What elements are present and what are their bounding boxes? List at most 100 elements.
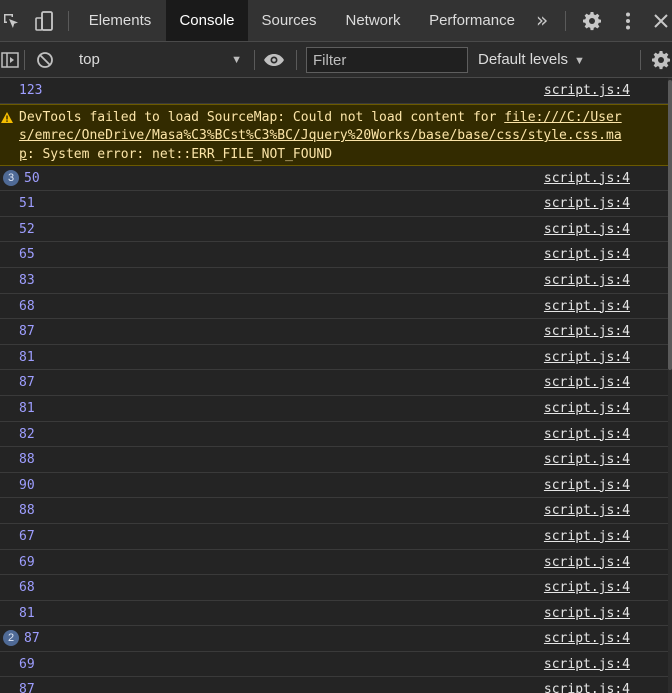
log-list: 3 50 script.js:4 51 script.js:4 52 script.js:4… — [0, 166, 668, 693]
warning-suffix: : System error: net::ERR_FILE_NOT_FOUND — [26, 146, 333, 162]
tab-network[interactable]: Network — [332, 0, 414, 41]
kebab-menu-icon[interactable] — [616, 0, 640, 42]
source-link[interactable]: script.js:4 — [544, 299, 630, 314]
sourcemap-warning: DevTools failed to load SourceMap: Could… — [0, 103, 668, 166]
source-link[interactable]: script.js:4 — [544, 580, 630, 595]
scrollbar-thumb[interactable] — [668, 80, 672, 370]
context-selector[interactable]: top ▼ — [70, 42, 248, 77]
source-link[interactable]: script.js:4 — [544, 324, 630, 339]
console-message: 88 script.js:4 — [0, 447, 668, 473]
more-tabs-icon[interactable]: » — [536, 0, 554, 42]
log-value: 51 — [19, 196, 35, 212]
console-output[interactable]: 123 script.js:4 DevTools failed to load … — [0, 78, 668, 693]
source-link[interactable]: script.js:4 — [544, 555, 630, 570]
log-value: 81 — [19, 349, 35, 365]
tab-divider — [565, 11, 566, 31]
repeat-count-badge: 3 — [3, 169, 19, 186]
log-value: 81 — [19, 605, 35, 621]
console-message: 87 script.js:4 — [0, 677, 668, 693]
source-link[interactable]: script.js:4 — [544, 222, 630, 237]
toolbar-divider — [254, 50, 255, 70]
log-value: 82 — [19, 426, 35, 442]
console-message: 123 script.js:4 — [0, 78, 668, 104]
console-message: 69 script.js:4 — [0, 652, 668, 678]
log-value: 88 — [19, 452, 35, 468]
source-link[interactable]: script.js:4 — [544, 631, 630, 646]
source-link[interactable]: script.js:4 — [544, 682, 630, 693]
console-message: 83 script.js:4 — [0, 268, 668, 294]
tab-sources[interactable]: Sources — [250, 0, 328, 41]
clear-console-icon[interactable] — [34, 42, 56, 78]
device-toolbar-icon[interactable] — [30, 0, 58, 42]
tab-elements[interactable]: Elements — [78, 0, 162, 41]
console-message: 68 script.js:4 — [0, 294, 668, 320]
tab-performance[interactable]: Performance — [418, 0, 526, 41]
sidebar-toggle-icon[interactable] — [0, 42, 20, 78]
console-settings-gear-icon[interactable] — [650, 42, 672, 78]
context-value: top — [79, 51, 100, 68]
console-message: 2 87 script.js:4 — [0, 626, 668, 652]
chevron-down-icon: ▼ — [231, 54, 242, 66]
log-value: 87 — [19, 324, 35, 340]
log-value: 83 — [19, 272, 35, 288]
source-link[interactable]: script.js:4 — [544, 401, 630, 416]
log-value: 65 — [19, 247, 35, 263]
log-value: 50 — [24, 170, 40, 186]
log-value: 87 — [24, 631, 40, 647]
log-value: 88 — [19, 503, 35, 519]
log-value: 87 — [19, 682, 35, 693]
log-levels-dropdown[interactable]: Default levels ▼ — [478, 42, 585, 78]
repeat-count-badge: 2 — [3, 630, 19, 647]
source-link[interactable]: script.js:4 — [544, 83, 630, 98]
log-value: 81 — [19, 400, 35, 416]
filter-input[interactable] — [306, 47, 468, 73]
log-value: 90 — [19, 477, 35, 493]
source-link[interactable]: script.js:4 — [544, 196, 630, 211]
tab-console[interactable]: Console — [166, 0, 248, 41]
log-value: 69 — [19, 656, 35, 672]
warning-message: DevTools failed to load SourceMap: Could… — [19, 109, 637, 165]
source-link[interactable]: script.js:4 — [544, 350, 630, 365]
source-link[interactable]: script.js:4 — [544, 273, 630, 288]
console-message: 81 script.js:4 — [0, 601, 668, 627]
toolbar-divider — [296, 50, 297, 70]
devtools-tabbar: Elements Console Sources Network Perform… — [0, 0, 672, 42]
console-message: 67 script.js:4 — [0, 524, 668, 550]
settings-gear-icon[interactable] — [580, 0, 604, 42]
source-link[interactable]: script.js:4 — [544, 452, 630, 467]
source-link[interactable]: script.js:4 — [544, 375, 630, 390]
log-value: 69 — [19, 554, 35, 570]
console-message: 52 script.js:4 — [0, 217, 668, 243]
console-message: 87 script.js:4 — [0, 319, 668, 345]
live-expression-eye-icon[interactable] — [262, 42, 286, 78]
source-link[interactable]: script.js:4 — [544, 427, 630, 442]
close-icon[interactable] — [650, 0, 672, 42]
log-value: 87 — [19, 375, 35, 391]
source-link[interactable]: script.js:4 — [544, 657, 630, 672]
source-link[interactable]: script.js:4 — [544, 478, 630, 493]
console-message: 82 script.js:4 — [0, 422, 668, 448]
log-value: 52 — [19, 221, 35, 237]
console-message: 90 script.js:4 — [0, 473, 668, 499]
warning-triangle-icon — [1, 111, 13, 127]
chevron-down-icon: ▼ — [574, 55, 585, 67]
log-value: 67 — [19, 528, 35, 544]
console-toolbar: top ▼ Default levels ▼ — [0, 42, 672, 78]
log-value: 68 — [19, 580, 35, 596]
inspect-element-icon[interactable] — [0, 0, 22, 42]
source-link[interactable]: script.js:4 — [544, 606, 630, 621]
source-link[interactable]: script.js:4 — [544, 503, 630, 518]
source-link[interactable]: script.js:4 — [544, 529, 630, 544]
tab-divider — [68, 11, 69, 31]
console-message: 51 script.js:4 — [0, 191, 668, 217]
console-message: 88 script.js:4 — [0, 498, 668, 524]
warning-prefix: DevTools failed to load SourceMap: Could… — [19, 109, 505, 125]
toolbar-divider — [640, 50, 641, 70]
console-message: 65 script.js:4 — [0, 242, 668, 268]
source-link[interactable]: script.js:4 — [544, 171, 630, 186]
log-value: 68 — [19, 298, 35, 314]
console-message: 3 50 script.js:4 — [0, 166, 668, 192]
console-scrollbar[interactable] — [668, 78, 672, 693]
console-message: 87 script.js:4 — [0, 370, 668, 396]
source-link[interactable]: script.js:4 — [544, 247, 630, 262]
